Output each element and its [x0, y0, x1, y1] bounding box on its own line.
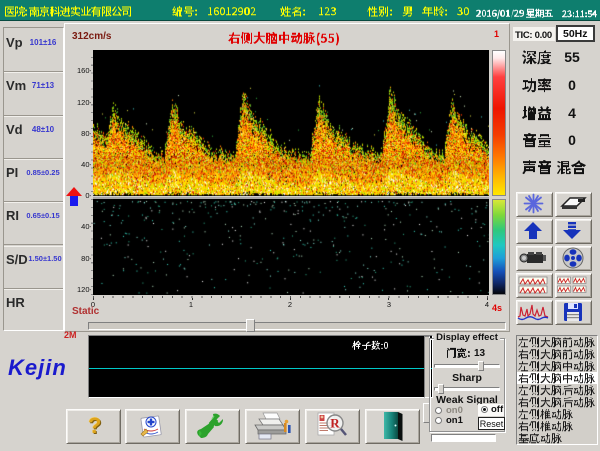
svg-text:R: R	[330, 416, 340, 431]
